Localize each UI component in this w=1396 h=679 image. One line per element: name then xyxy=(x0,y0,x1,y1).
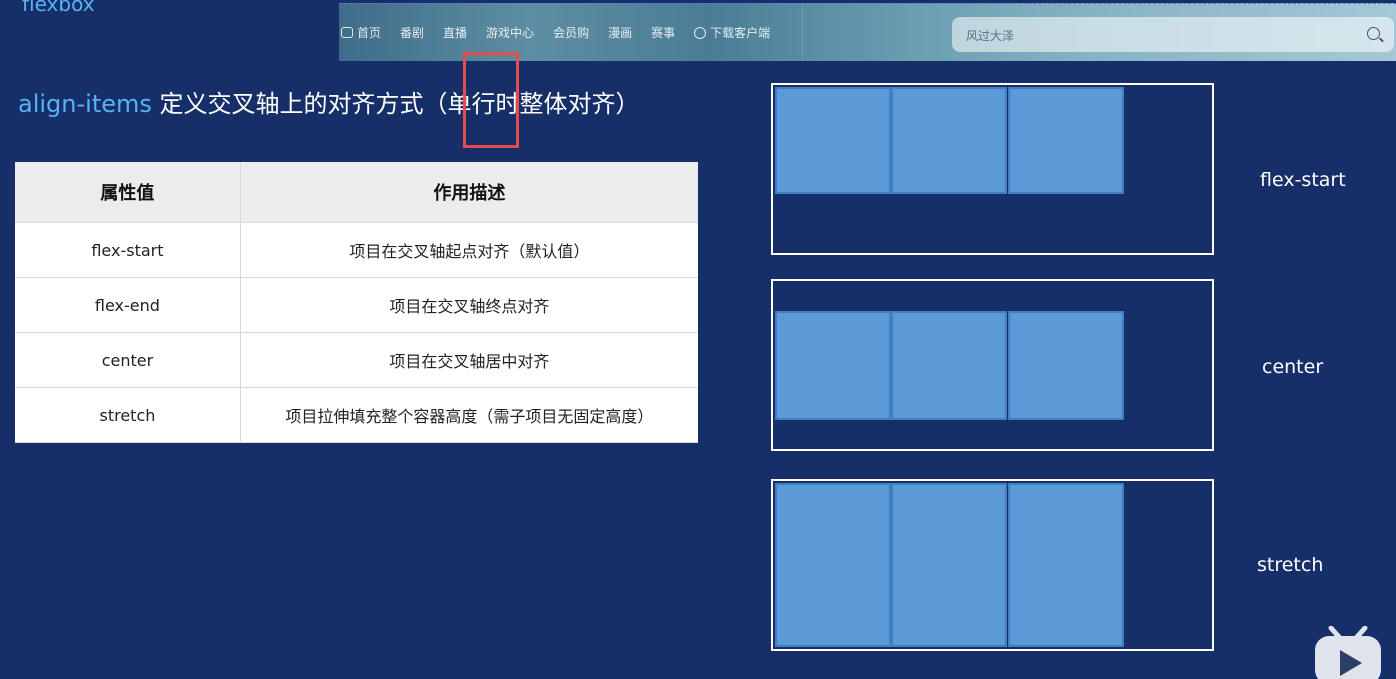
cell-description: 项目在交叉轴居中对齐 xyxy=(240,332,698,388)
table-row: flex-end 项目在交叉轴终点对齐 xyxy=(15,277,698,333)
table-header-row: 属性值 作用描述 xyxy=(15,162,698,223)
highlight-box xyxy=(463,52,519,148)
demo-label-stretch: stretch xyxy=(1257,554,1324,576)
cell-description: 项目拉伸填充整个容器高度（需子项目无固定高度） xyxy=(240,387,698,443)
cell-description: 项目在交叉轴起点对齐（默认值） xyxy=(240,222,698,278)
demo-label-center: center xyxy=(1262,356,1324,378)
nav-item-home[interactable]: 首页 xyxy=(341,24,381,41)
nav-item-label: 下载客户端 xyxy=(710,26,771,40)
nav-item-label: 直播 xyxy=(443,26,468,40)
demo-item xyxy=(775,311,891,420)
nav-item-label: 番剧 xyxy=(400,26,425,40)
nav-item-download-client[interactable]: 下载客户端 xyxy=(694,24,770,41)
tv-home-icon xyxy=(341,27,353,38)
demo-item xyxy=(775,87,891,194)
search-box xyxy=(952,17,1394,54)
demo-item xyxy=(775,483,891,647)
nav-item-label: 会员购 xyxy=(553,26,590,40)
search-input[interactable] xyxy=(964,17,1348,54)
cell-value: stretch xyxy=(15,387,241,443)
nav-item-game-center[interactable]: 游戏中心 xyxy=(486,24,534,41)
table-row: center 项目在交叉轴居中对齐 xyxy=(15,332,698,388)
demo-container-flex-start xyxy=(771,83,1214,255)
nav-divider xyxy=(802,4,803,61)
bilibili-tv-logo-icon xyxy=(1313,625,1383,679)
nav-item-label: 首页 xyxy=(357,26,382,40)
demo-item xyxy=(891,87,1007,194)
table-row: stretch 项目拉伸填充整个容器高度（需子项目无固定高度） xyxy=(15,387,698,443)
nav-item-manga[interactable]: 漫画 xyxy=(608,24,632,41)
column-header-description: 作用描述 xyxy=(240,162,698,223)
nav-links: 首页 番剧 直播 游戏中心 会员购 漫画 赛事 下载客户端 xyxy=(341,4,789,61)
demo-item xyxy=(1008,87,1124,194)
demo-item xyxy=(1008,311,1124,420)
demo-label-flex-start: flex-start xyxy=(1260,169,1346,191)
nav-item-label: 赛事 xyxy=(651,26,676,40)
demo-item xyxy=(891,483,1007,647)
demo-container-stretch xyxy=(771,479,1214,651)
heading-keyword: align-items xyxy=(18,90,152,118)
cell-value: center xyxy=(15,332,241,388)
search-icon[interactable] xyxy=(1367,27,1380,40)
column-header-value: 属性值 xyxy=(15,162,241,223)
nav-item-anime[interactable]: 番剧 xyxy=(400,24,424,41)
nav-item-label: 游戏中心 xyxy=(486,26,535,40)
download-icon xyxy=(694,26,707,39)
demo-item xyxy=(1008,483,1124,647)
nav-item-live[interactable]: 直播 xyxy=(443,24,467,41)
slide-heading: align-items 定义交叉轴上的对齐方式（单行时整体对齐） xyxy=(18,88,640,120)
slide-top-label: flexbox xyxy=(22,0,95,16)
heading-text: 定义交叉轴上的对齐方式（单行时整体对齐） xyxy=(151,90,640,118)
cell-value: flex-start xyxy=(15,222,241,278)
nav-item-member-shop[interactable]: 会员购 xyxy=(553,24,589,41)
demo-item xyxy=(891,311,1007,420)
property-table: 属性值 作用描述 flex-start 项目在交叉轴起点对齐（默认值） flex… xyxy=(15,162,698,443)
slide-page: flexbox 首页 番剧 直播 游戏中心 会员购 漫画 赛事 下载客户端 风过… xyxy=(0,0,1396,679)
table-row: flex-start 项目在交叉轴起点对齐（默认值） xyxy=(15,222,698,278)
nav-item-label: 漫画 xyxy=(608,26,633,40)
demo-container-center xyxy=(771,279,1214,451)
cell-value: flex-end xyxy=(15,277,241,333)
nav-item-esports[interactable]: 赛事 xyxy=(651,24,675,41)
cell-description: 项目在交叉轴终点对齐 xyxy=(240,277,698,333)
